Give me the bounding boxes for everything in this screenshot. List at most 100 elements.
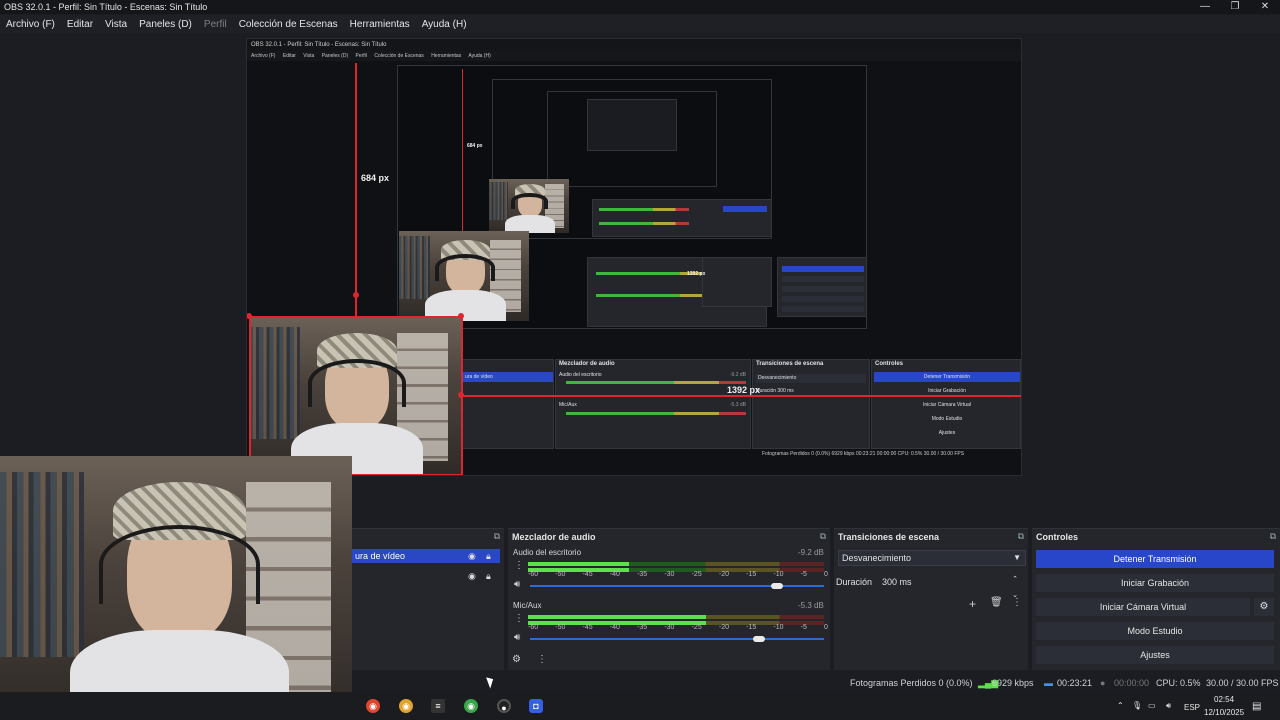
chrome-icon[interactable]: ◉ bbox=[366, 699, 380, 713]
kebab-menu-icon[interactable]: ⋮ bbox=[514, 560, 524, 571]
record-time: 00:00:00 bbox=[1114, 678, 1150, 688]
microphone-icon[interactable]: 🎙︎ bbox=[1132, 701, 1142, 710]
nested-studio-mode: Modo Estudio bbox=[931, 416, 963, 422]
desktop-audio-scale: -60 -50 -45 -40 -35 -30 -25 -20 -15 -10 … bbox=[528, 571, 828, 578]
scale-tick: -50 bbox=[555, 624, 566, 631]
menu-file[interactable]: Archivo (F) bbox=[0, 19, 61, 30]
bitrate: 6929 kbps bbox=[992, 678, 1034, 688]
height-measure-label-small: 684 px bbox=[467, 143, 483, 149]
clock-date[interactable]: 12/10/2025 bbox=[1204, 708, 1244, 717]
source-item-video-capture[interactable]: ura de vídeo bbox=[352, 549, 500, 563]
nested-transitions-panel bbox=[702, 257, 772, 307]
dock-popout-icon[interactable]: ⧉ bbox=[1018, 531, 1024, 542]
close-button[interactable]: ✕ bbox=[1250, 0, 1280, 14]
kebab-menu-icon[interactable]: ⋮ bbox=[514, 613, 524, 624]
resize-handle[interactable] bbox=[458, 392, 464, 398]
menu-view[interactable]: Vista bbox=[99, 19, 133, 30]
minimize-button[interactable]: — bbox=[1190, 0, 1220, 14]
desktop-audio-volume-knob[interactable] bbox=[770, 583, 783, 589]
scale-tick: -30 bbox=[664, 571, 675, 578]
nested-stop-stream: Detener Transmisión bbox=[874, 372, 1020, 382]
discord-icon[interactable]: ◘ bbox=[529, 699, 543, 713]
menu-profile[interactable]: Perfil bbox=[198, 19, 233, 30]
selection-border-top bbox=[249, 316, 463, 318]
mic-aux-volume-slider[interactable] bbox=[530, 638, 824, 640]
webcam-source-preview[interactable] bbox=[249, 317, 461, 475]
lock-icon[interactable]: 🔒︎ bbox=[486, 571, 491, 582]
selection-border-left bbox=[249, 316, 251, 475]
menu-edit[interactable]: Editar bbox=[61, 19, 99, 30]
volume-icon[interactable]: 🔊︎ bbox=[1166, 701, 1171, 711]
scale-tick: -15 bbox=[746, 624, 757, 631]
chrome-icon[interactable]: ◉ bbox=[399, 699, 413, 713]
stop-streaming-button[interactable]: Detener Transmisión bbox=[1036, 550, 1274, 568]
speaker-icon[interactable]: 🔊︎ bbox=[514, 579, 520, 590]
kebab-menu-icon[interactable]: ⋮ bbox=[537, 654, 547, 665]
menu-tools[interactable]: Herramientas bbox=[344, 19, 416, 30]
height-measure-label: 684 px bbox=[361, 173, 390, 183]
settings-button[interactable]: Ajustes bbox=[1036, 646, 1274, 664]
scale-tick: -5 bbox=[800, 571, 807, 578]
menu-docks[interactable]: Paneles (D) bbox=[133, 19, 198, 30]
start-virtual-camera-button[interactable]: Iniciar Cámara Virtual bbox=[1036, 598, 1250, 616]
chevron-up-icon[interactable]: ⌃ bbox=[1117, 701, 1124, 710]
nested-webcam-2 bbox=[489, 179, 569, 233]
scale-tick: -60 bbox=[528, 571, 539, 578]
resize-handle[interactable] bbox=[247, 313, 252, 319]
duration-spinbox[interactable]: 300 ms ⌃ ⌄ bbox=[878, 574, 1024, 599]
scale-tick: 0 bbox=[824, 624, 828, 631]
clock-time[interactable]: 02:54 bbox=[1214, 695, 1234, 704]
trash-icon[interactable]: 🗑︎ bbox=[990, 597, 1003, 608]
resize-handle[interactable] bbox=[353, 292, 359, 298]
studio-mode-button[interactable]: Modo Estudio bbox=[1036, 622, 1274, 640]
link-settings-icon[interactable]: ⚙ bbox=[512, 654, 521, 665]
eye-icon[interactable]: ◉ bbox=[468, 571, 476, 582]
add-transition-icon[interactable]: + bbox=[969, 597, 976, 611]
nested-desktop-audio: Audio del escritorio bbox=[559, 372, 602, 378]
network-icon[interactable]: ▭ bbox=[1148, 701, 1156, 710]
app-icon[interactable]: ≡ bbox=[431, 699, 445, 713]
nested-menu-item: Paneles (D) bbox=[321, 53, 349, 59]
start-recording-button[interactable]: Iniciar Grabación bbox=[1036, 574, 1274, 592]
kebab-menu-icon[interactable]: ⋮ bbox=[1012, 597, 1022, 608]
dock-popout-icon[interactable]: ⧉ bbox=[820, 531, 826, 542]
preview-canvas[interactable]: OBS 32.0.1 - Perfil: Sin Título - Escena… bbox=[246, 38, 1022, 476]
obs-icon[interactable]: ● bbox=[497, 699, 511, 713]
keyboard-language[interactable]: ESP bbox=[1184, 703, 1200, 712]
scale-tick: -45 bbox=[582, 624, 593, 631]
nested-menu-bar: Archivo (F) Editar Vista Paneles (D) Per… bbox=[247, 51, 1021, 61]
nested-mixer-title: Mezclador de audio bbox=[559, 361, 615, 367]
nested-trans-select: Desvanecimiento bbox=[756, 374, 866, 383]
transition-select[interactable]: Desvanecimiento ▼ bbox=[838, 550, 1026, 566]
chrome-icon[interactable]: ◉ bbox=[464, 699, 478, 713]
nested-webcam-1 bbox=[399, 231, 529, 321]
mic-aux-volume-knob[interactable] bbox=[753, 636, 766, 642]
resize-handle[interactable] bbox=[458, 313, 464, 319]
notification-icon[interactable]: ▤ bbox=[1252, 701, 1261, 712]
dock-popout-icon[interactable]: ⧉ bbox=[494, 531, 500, 542]
width-measure-label-small: 1392 px bbox=[687, 271, 706, 277]
webcam-overlay bbox=[0, 456, 352, 720]
gear-icon[interactable]: ⚙ bbox=[1254, 598, 1274, 616]
dropped-frames: Fotogramas Perdidos 0 (0.0%) bbox=[850, 678, 973, 688]
nested-mic: Mic/Aux bbox=[559, 402, 577, 408]
desktop-audio-meter bbox=[528, 562, 824, 566]
stream-time: 00:23:21 bbox=[1057, 678, 1093, 688]
nested-menu-item: Ayuda (H) bbox=[468, 53, 491, 59]
chevron-down-icon: ▼ bbox=[1013, 553, 1021, 562]
maximize-button[interactable]: ❐ bbox=[1220, 0, 1250, 14]
nested-duration: Duración 300 ms bbox=[756, 388, 794, 394]
lock-icon[interactable]: 🔒︎ bbox=[486, 551, 491, 562]
taskbar bbox=[0, 692, 1280, 720]
eye-icon[interactable]: ◉ bbox=[468, 551, 476, 562]
menu-scene-collection[interactable]: Colección de Escenas bbox=[233, 19, 344, 30]
nested-db-1: -9.2 dB bbox=[729, 372, 746, 378]
menu-help[interactable]: Ayuda (H) bbox=[416, 19, 473, 30]
desktop-audio-db: -9.2 dB bbox=[798, 548, 824, 557]
nested-menu-item: Archivo (F) bbox=[251, 53, 276, 59]
window-controls: — ❐ ✕ bbox=[1190, 0, 1280, 14]
dock-popout-icon[interactable]: ⧉ bbox=[1270, 531, 1276, 542]
speaker-icon[interactable]: 🔊︎ bbox=[514, 632, 520, 643]
nested-sources-panel: ura de vídeo bbox=[462, 359, 554, 449]
mic-aux-level bbox=[528, 615, 706, 619]
